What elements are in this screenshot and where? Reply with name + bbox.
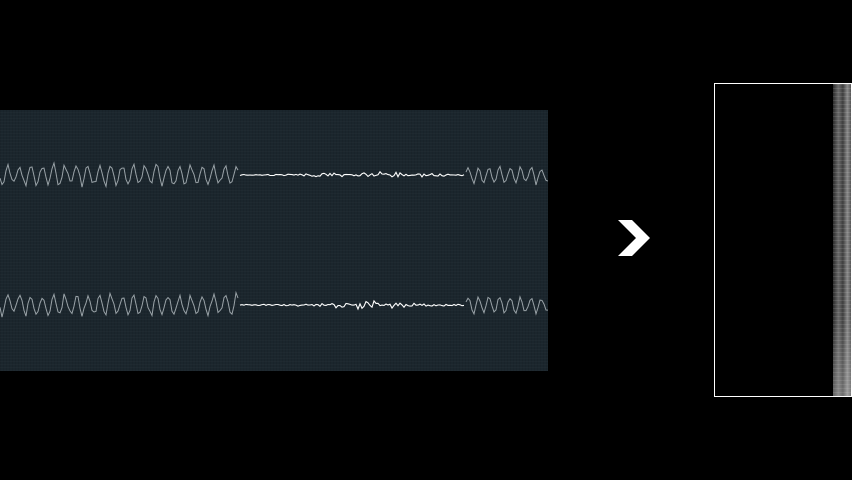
waveform-channel-top	[0, 161, 548, 189]
chevron-right-icon	[618, 220, 650, 256]
waveform-trace-segment	[465, 295, 548, 316]
waveform-trace-segment	[239, 299, 465, 311]
spectrogram-frame	[714, 83, 852, 397]
waveform-trace-segment	[0, 161, 239, 189]
media-stage	[0, 0, 852, 480]
waveform-channel-bottom	[0, 290, 548, 318]
audio-waveform-panel	[0, 110, 548, 371]
waveform-trace-segment	[465, 165, 548, 186]
spectrogram-image	[833, 84, 851, 396]
waveform-svg	[0, 161, 548, 318]
waveform-trace-segment	[239, 170, 465, 178]
waveform-trace-segment	[0, 290, 239, 318]
